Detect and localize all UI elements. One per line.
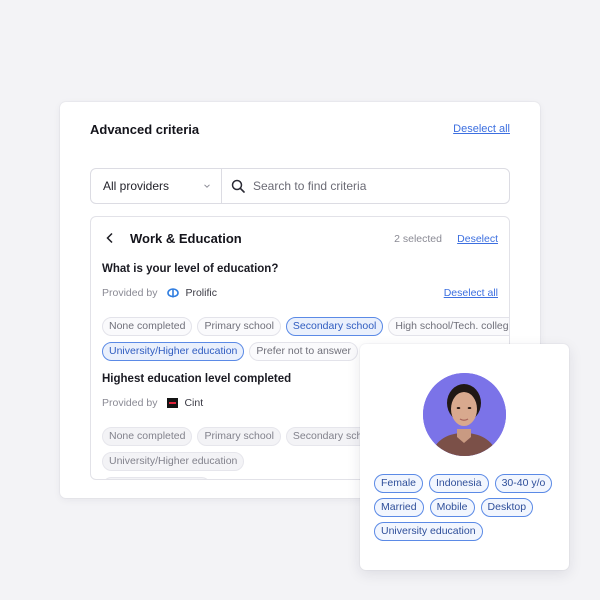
provided-by-label: Provided by — [102, 287, 158, 299]
question-title: What is your level of education? — [102, 263, 279, 275]
option-chip-selected[interactable]: University/Higher education — [102, 342, 245, 361]
deselect-question-link[interactable]: Deselect all — [444, 287, 498, 299]
profile-tag: Female — [374, 474, 424, 493]
profile-tag: Desktop — [480, 498, 534, 517]
provider-name: Cint — [184, 397, 204, 409]
profile-tags: Female Indonesia 30-40 y/o Married Mobil… — [374, 474, 564, 541]
provider-name: Prolific — [185, 287, 217, 299]
provider-dropdown[interactable]: All providers — [91, 169, 222, 203]
provided-by: Provided by Prolific — [102, 287, 217, 299]
option-chip[interactable]: Primary school — [197, 427, 281, 446]
provided-by: Provided by Cint — [102, 397, 203, 409]
option-chip[interactable]: Primary school — [197, 317, 281, 336]
card-title: Advanced criteria — [90, 122, 200, 137]
option-chip-selected[interactable]: Secondary school — [285, 317, 384, 336]
profile-tag: Mobile — [429, 498, 475, 517]
deselect-all-link[interactable]: Deselect all — [453, 123, 510, 135]
selected-count: 2 selected — [394, 233, 442, 245]
profile-tag: University education — [374, 522, 483, 541]
chevron-left-icon[interactable] — [105, 232, 115, 244]
participant-profile-card: Female Indonesia 30-40 y/o Married Mobil… — [360, 344, 569, 570]
deselect-category-link[interactable]: Deselect — [457, 233, 498, 245]
category-header: Work & Education 2 selected Deselect — [91, 217, 509, 263]
option-chip[interactable]: Prefer not to answer — [249, 342, 358, 361]
provider-dropdown-value: All providers — [103, 179, 170, 193]
option-chip[interactable]: University/Higher education — [102, 452, 245, 471]
option-chip[interactable]: High school/Tech. college — [388, 317, 509, 336]
option-chip[interactable]: None completed — [102, 317, 193, 336]
search-input[interactable] — [253, 179, 503, 193]
profile-tag: Married — [374, 498, 424, 517]
option-chip[interactable]: Prefer not to answer — [102, 477, 211, 479]
question-title: Highest education level completed — [102, 373, 292, 385]
provided-by-label: Provided by — [102, 397, 158, 409]
search-box — [222, 169, 509, 203]
filter-search-bar: All providers — [90, 168, 510, 204]
chevron-down-icon — [204, 184, 210, 188]
profile-tag: 30-40 y/o — [494, 474, 553, 493]
cint-logo-icon — [167, 398, 179, 408]
prolific-logo-icon — [167, 288, 180, 298]
category-title: Work & Education — [130, 231, 242, 246]
option-chip[interactable]: None completed — [102, 427, 193, 446]
search-icon — [231, 179, 245, 193]
avatar — [423, 373, 506, 456]
profile-tag: Indonesia — [429, 474, 489, 493]
participant-photo — [423, 373, 506, 456]
